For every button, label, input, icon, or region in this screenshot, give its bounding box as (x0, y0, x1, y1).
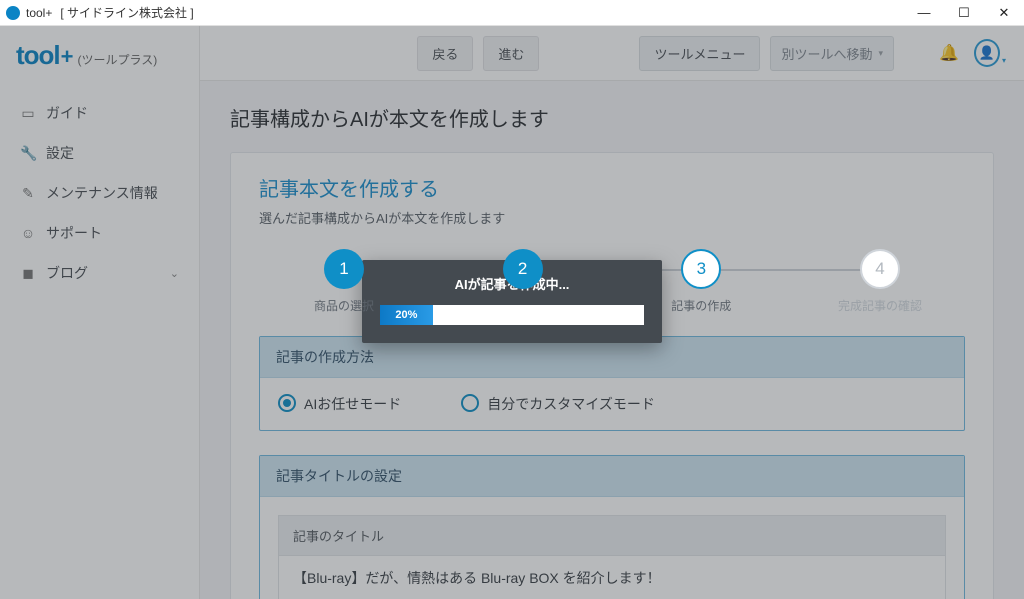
step-circle: 4 (860, 249, 900, 289)
progress-bar: 20% (380, 305, 644, 325)
app-icon (6, 6, 20, 20)
titlebar-app: tool+ (26, 6, 52, 20)
step-1: 1 商品の選択 (289, 249, 399, 314)
step-circle: 1 (324, 249, 364, 289)
window-controls: — ☐ ✕ (904, 0, 1024, 26)
step-circle: 3 (681, 249, 721, 289)
step-2: 2 (468, 249, 578, 297)
window-maximize-button[interactable]: ☐ (944, 0, 984, 26)
step-label: 記事の作成 (671, 297, 731, 314)
step-label: 商品の選択 (314, 297, 374, 314)
step-label: 完成記事の確認 (838, 297, 922, 314)
step-circle: 2 (503, 249, 543, 289)
step-3: 3 記事の作成 (646, 249, 756, 314)
window-titlebar: tool+ [ サイドライン株式会社 ] — ☐ ✕ (0, 0, 1024, 26)
titlebar-company: [ サイドライン株式会社 ] (60, 4, 193, 21)
step-4: 4 完成記事の確認 (825, 249, 935, 314)
window-close-button[interactable]: ✕ (984, 0, 1024, 26)
window-minimize-button[interactable]: — (904, 0, 944, 26)
